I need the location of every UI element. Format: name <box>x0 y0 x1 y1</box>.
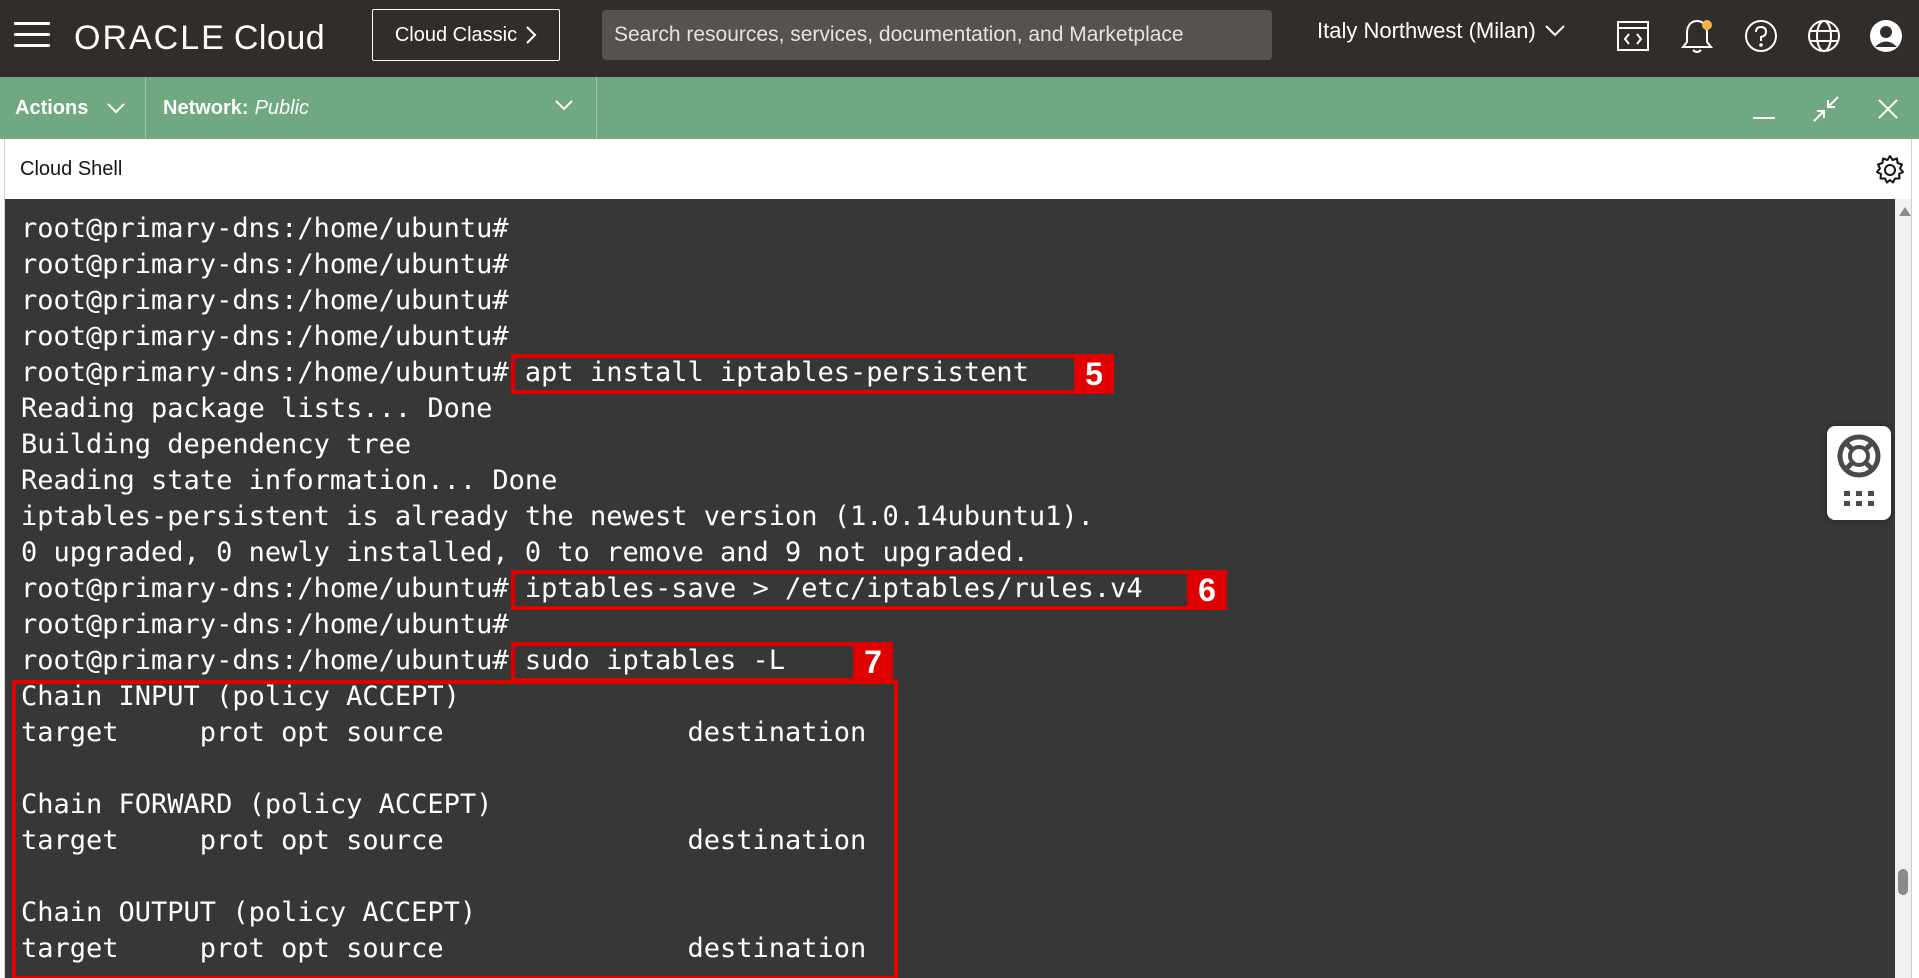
chevron-down-icon <box>1545 25 1565 37</box>
search-input[interactable]: Search resources, services, documentatio… <box>602 10 1272 60</box>
chevron-down-icon <box>555 100 573 111</box>
logo-brand: ORACLE <box>74 19 226 57</box>
terminal-line: target prot opt source destination <box>21 825 867 856</box>
region-label: Italy Northwest (Milan) <box>1317 18 1536 43</box>
step-7-badge: 7 <box>853 642 893 682</box>
terminal-line: Reading state information... Done <box>21 465 558 496</box>
oracle-cloud-logo[interactable]: ORACLE Cloud <box>74 19 325 58</box>
actions-dropdown[interactable]: Actions <box>0 77 146 139</box>
terminal-output[interactable]: root@primary-dns:/home/ubuntu# root@prim… <box>5 199 1895 978</box>
terminal-line: 0 upgraded, 0 newly installed, 0 to remo… <box>21 537 1029 568</box>
cloud-classic-label: Cloud Classic <box>394 23 518 46</box>
close-icon[interactable] <box>1868 89 1908 129</box>
cloud-shell-panel: Cloud Shell root@primary-dns:/home/ubunt… <box>4 139 1912 978</box>
gear-icon[interactable] <box>1873 153 1907 187</box>
globe-icon[interactable] <box>1802 14 1846 58</box>
chevron-right-icon <box>526 26 537 44</box>
step-5-badge: 5 <box>1074 354 1114 394</box>
actions-label: Actions <box>15 96 89 119</box>
cloud-shell-header: Cloud Shell <box>5 139 1911 199</box>
terminal-line: root@primary-dns:/home/ubuntu# <box>21 249 509 280</box>
terminal-line: Reading package lists... Done <box>21 393 493 424</box>
restore-icon[interactable] <box>1806 89 1846 129</box>
lifebuoy-icon[interactable] <box>1837 434 1881 478</box>
hamburger-menu-icon[interactable] <box>14 22 50 52</box>
minimize-icon[interactable] <box>1744 89 1784 129</box>
terminal-line: target prot opt source destination <box>21 717 867 748</box>
bell-icon[interactable] <box>1675 14 1719 58</box>
scrollbar-thumb[interactable] <box>1898 869 1908 895</box>
logo-product: Cloud <box>233 19 326 57</box>
terminal-scrollbar[interactable] <box>1895 199 1911 978</box>
help-widget[interactable] <box>1827 426 1891 520</box>
terminal-line: Building dependency tree <box>21 429 412 460</box>
terminal-line: target prot opt source destination <box>21 933 867 964</box>
cloud-shell-toolbar: Actions Network: Public <box>0 77 1919 139</box>
terminal-line: root@primary-dns:/home/ubuntu# apt insta… <box>21 357 1029 388</box>
terminal-line: iptables-persistent is already the newes… <box>21 501 1094 532</box>
terminal-line: root@primary-dns:/home/ubuntu# <box>21 321 509 352</box>
code-editor-icon[interactable] <box>1611 14 1655 58</box>
cloud-classic-button[interactable]: Cloud Classic <box>372 9 560 61</box>
network-value: Public <box>254 96 310 119</box>
region-selector[interactable]: Italy Northwest (Milan) <box>1317 18 1566 44</box>
chevron-down-icon <box>107 103 126 114</box>
apps-grid-icon[interactable] <box>1842 489 1876 509</box>
scroll-up-arrow-icon[interactable] <box>1899 207 1911 216</box>
cloud-shell-title: Cloud Shell <box>20 158 123 180</box>
terminal-line: Chain FORWARD (policy ACCEPT) <box>21 789 493 820</box>
help-icon[interactable] <box>1739 14 1783 58</box>
terminal-line: root@primary-dns:/home/ubuntu# <box>21 285 509 316</box>
terminal-line: root@primary-dns:/home/ubuntu# <box>21 213 509 244</box>
terminal-line: Chain OUTPUT (policy ACCEPT) <box>21 897 477 928</box>
network-label: Network: <box>163 96 249 119</box>
terminal-line: root@primary-dns:/home/ubuntu# <box>21 609 509 640</box>
terminal-line: root@primary-dns:/home/ubuntu# sudo ipta… <box>21 645 786 676</box>
terminal-line: root@primary-dns:/home/ubuntu# iptables-… <box>21 573 1143 604</box>
terminal-line: Chain INPUT (policy ACCEPT) <box>21 681 460 712</box>
user-icon[interactable] <box>1864 14 1908 58</box>
step-6-badge: 6 <box>1187 570 1227 610</box>
search-placeholder: Search resources, services, documentatio… <box>614 23 1184 46</box>
network-dropdown[interactable]: Network: Public <box>147 77 597 139</box>
top-navigation-bar: ORACLE Cloud Cloud Classic Search resourc… <box>0 0 1919 77</box>
